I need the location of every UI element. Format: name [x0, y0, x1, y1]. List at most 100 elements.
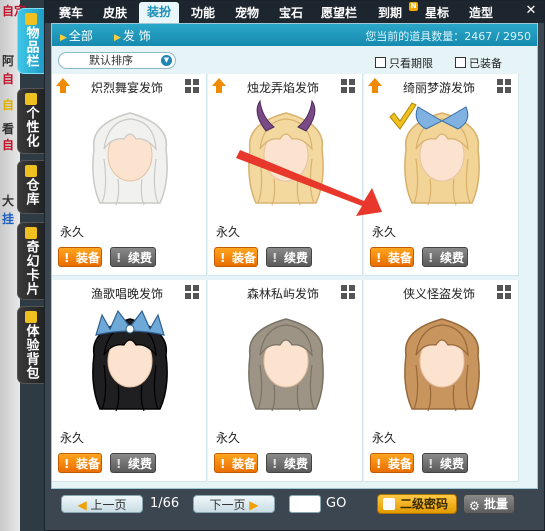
item-card[interactable]: 绮丽梦游发饰永久 ! 装备 ! 续费 [364, 74, 519, 276]
equip-button[interactable]: ! 装备 [214, 247, 258, 267]
item-card[interactable]: 渔歌唱晚发饰 永久 ! 装备 ! 续费 [52, 280, 207, 482]
exclamation-icon: ! [376, 251, 382, 265]
side-tab-label: 奇幻卡片 [23, 240, 39, 296]
tab-icon [25, 165, 37, 177]
background-text: 阿 [2, 54, 15, 68]
tab-category[interactable]: 宠物 [227, 3, 267, 23]
side-tab-label: 物品栏 [23, 26, 39, 68]
renew-button[interactable]: ! 续费 [422, 247, 468, 267]
tab-category[interactable]: 功能 [183, 3, 223, 23]
item-duration: 永久 [216, 225, 241, 239]
background-text: 自 [2, 72, 15, 86]
close-icon[interactable]: ✕ [524, 4, 538, 18]
side-tab[interactable]: 个性化 [17, 88, 45, 154]
subcategory-bar: ▶ 全部 ▶ 发 饰 您当前的道具数量：2467 / 2950 [52, 24, 537, 46]
hair-accessory-image [248, 318, 324, 412]
next-page-button[interactable]: 下一页 ▶ [193, 495, 275, 513]
background-text: 大 [2, 194, 15, 208]
item-card[interactable]: 炽烈舞宴发饰 永久 ! 装备 ! 续费 [52, 74, 207, 276]
renew-button[interactable]: ! 续费 [110, 247, 156, 267]
side-tab[interactable]: 体验背包 [17, 306, 45, 384]
tab-category[interactable]: 愿望栏 [315, 3, 363, 23]
equip-button[interactable]: ! 装备 [370, 247, 414, 267]
chevron-down-icon: ▼ [161, 55, 172, 66]
sort-dropdown[interactable]: 默认排序 ▼ [58, 52, 176, 69]
secondary-password-button[interactable]: 二级密码 [377, 494, 457, 514]
exclamation-icon: ! [376, 457, 382, 471]
page-input[interactable] [289, 495, 321, 513]
item-duration: 永久 [372, 225, 397, 239]
go-button[interactable]: GO [326, 495, 346, 513]
exclamation-icon: ! [428, 251, 434, 265]
item-name: 绮丽梦游发饰 [402, 81, 475, 95]
grid-view-icon[interactable] [185, 285, 199, 299]
renew-button[interactable]: ! 续费 [266, 453, 312, 473]
exclamation-icon: ! [220, 457, 226, 471]
tab-category[interactable]: 星标 [417, 3, 457, 23]
page-indicator: 1/66 [150, 496, 180, 511]
side-tab[interactable]: 奇幻卡片 [17, 222, 45, 300]
item-name: 炽烈舞宴发饰 [90, 81, 163, 95]
renew-button[interactable]: ! 续费 [110, 453, 156, 473]
grid-view-icon[interactable] [185, 79, 199, 93]
grid-view-icon[interactable] [341, 285, 355, 299]
subtab-hair[interactable]: ▶ 发 饰 [114, 27, 151, 44]
equip-button[interactable]: ! 装备 [370, 453, 414, 473]
item-duration: 永久 [216, 431, 241, 445]
item-duration: 永久 [372, 431, 397, 445]
item-card[interactable]: 烛龙弄焰发饰 永久 ! 装备 ! 续费 [208, 74, 363, 276]
tab-category[interactable]: 皮肤 [95, 3, 135, 23]
tab-category[interactable]: 造型 [461, 3, 501, 23]
tab-icon [25, 311, 37, 323]
tab-category[interactable]: 到期 N [367, 2, 418, 23]
item-count: 您当前的道具数量：2467 / 2950 [365, 30, 531, 43]
side-tab-label: 体验背包 [23, 324, 39, 380]
grid-view-icon[interactable] [341, 79, 355, 93]
background-text: 自 [2, 98, 15, 112]
exclamation-icon: ! [64, 457, 70, 471]
equip-button[interactable]: ! 装备 [58, 247, 102, 267]
prev-page-button[interactable]: ◀ 上一页 [61, 495, 143, 513]
triangle-icon: ▶ [60, 33, 67, 43]
exclamation-icon: ! [116, 457, 122, 471]
tab-category[interactable]: 赛车 [51, 3, 91, 23]
tab-icon [25, 227, 37, 239]
exclamation-icon: ! [220, 251, 226, 265]
category-tab-bar: 赛车 皮肤 装扮 功能 宠物 宝石 愿望栏 到期 N 星标 造型 ✕ [45, 1, 544, 23]
item-name: 森林私屿发饰 [246, 287, 319, 301]
hair-accessory-image [389, 102, 480, 206]
renew-button[interactable]: ! 续费 [422, 453, 468, 473]
bulk-button[interactable]: ⚙ 批量 [463, 494, 515, 514]
equipped-checkbox[interactable]: 已装备 [455, 55, 502, 71]
equip-button[interactable]: ! 装备 [214, 453, 258, 473]
tab-category[interactable]: 宝石 [271, 3, 311, 23]
background-text: 挂 [2, 212, 15, 226]
grid-view-icon[interactable] [497, 285, 511, 299]
gear-icon: ⚙ [469, 499, 480, 513]
exclamation-icon: ! [64, 251, 70, 265]
inventory-window: 赛车 皮肤 装扮 功能 宠物 宝石 愿望栏 到期 N 星标 造型 ✕ ▶ 全部 ▶ 发 饰 您当前的道具… [44, 0, 545, 531]
subtab-all[interactable]: ▶ 全部 [60, 27, 93, 44]
arrow-left-icon: ◀ [77, 498, 87, 512]
exclamation-icon: ! [116, 251, 122, 265]
tab-category[interactable]: 装扮 [139, 2, 179, 23]
side-tab-label: 仓库 [23, 178, 39, 206]
exclamation-icon: ! [428, 457, 434, 471]
side-tab[interactable]: 物品栏 [17, 8, 45, 74]
equip-button[interactable]: ! 装备 [58, 453, 102, 473]
triangle-icon: ▶ [114, 33, 121, 43]
upgrade-arrow-icon [212, 78, 226, 93]
exclamation-icon: ! [272, 457, 278, 471]
only-expiring-checkbox[interactable]: 只看期限 [375, 55, 433, 71]
item-card[interactable]: 森林私屿发饰永久 ! 装备 ! 续费 [208, 280, 363, 482]
renew-button[interactable]: ! 续费 [266, 247, 312, 267]
item-duration: 永久 [60, 431, 85, 445]
hair-accessory-image [92, 309, 168, 412]
item-card[interactable]: 侠义怪盗发饰 永久 ! 装备 ! 续费 [364, 280, 519, 482]
grid-view-icon[interactable] [497, 79, 511, 93]
background-text: 自 [2, 138, 15, 152]
side-tab[interactable]: 仓库 [17, 160, 45, 214]
item-panel: ▶ 全部 ▶ 发 饰 您当前的道具数量：2467 / 2950 默认排序 ▼ 只看期… [51, 23, 538, 489]
lock-icon [383, 498, 395, 510]
hair-accessory-image [92, 112, 168, 206]
